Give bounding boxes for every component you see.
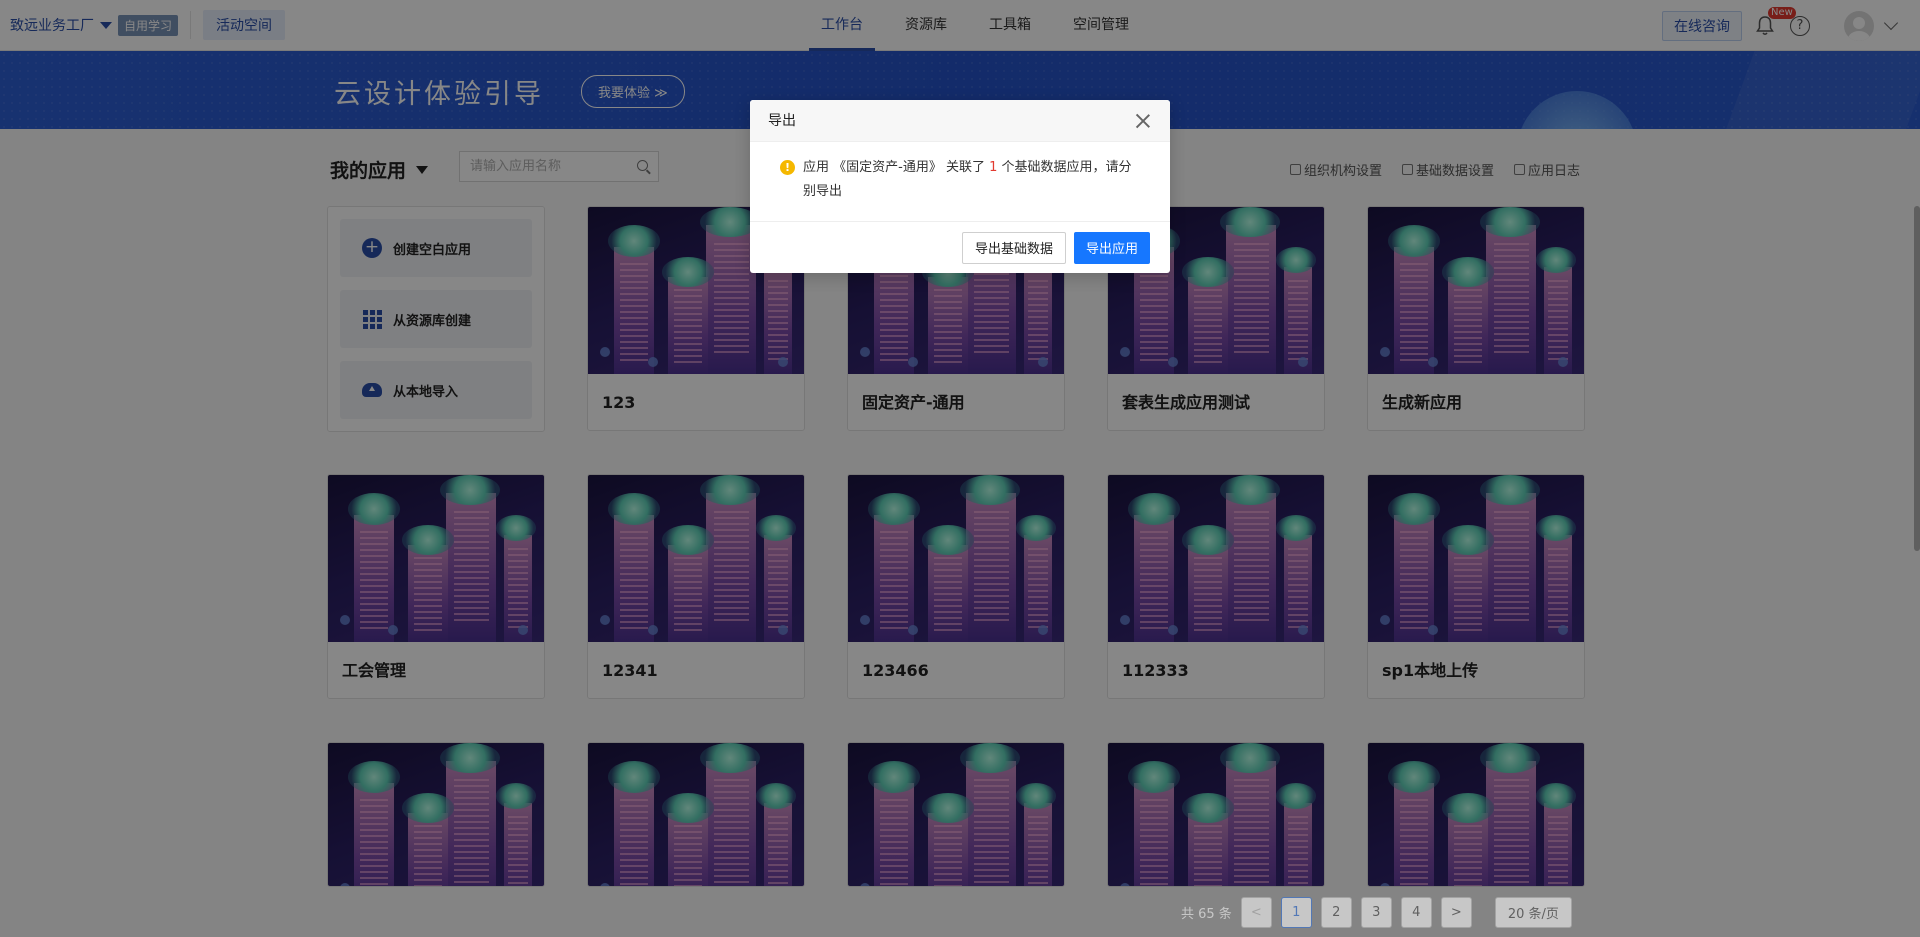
page-1[interactable]: 1: [1280, 897, 1312, 928]
total-count: 共 65 条: [1181, 907, 1232, 922]
dialog-title: 导出: [768, 113, 796, 129]
export-app-button[interactable]: 导出应用: [1073, 231, 1150, 264]
dialog-footer: 导出基础数据 导出应用: [750, 221, 1170, 273]
warning-icon: !: [780, 160, 795, 175]
close-icon[interactable]: [1136, 114, 1150, 128]
page-4[interactable]: 4: [1400, 897, 1432, 928]
pagination: 共 65 条 < 1 2 3 4 > 20 条/页: [1181, 897, 1572, 928]
next-page-button[interactable]: >: [1440, 897, 1472, 928]
dialog-body: ! 应用 《固定资产-通用》 关联了 1 个基础数据应用，请分别导出: [750, 142, 1170, 204]
prev-page-button[interactable]: <: [1240, 897, 1272, 928]
dialog-message: 应用 《固定资产-通用》 关联了 1 个基础数据应用，请分别导出: [803, 160, 1132, 199]
page-3[interactable]: 3: [1360, 897, 1392, 928]
page-2[interactable]: 2: [1320, 897, 1352, 928]
page-size-select[interactable]: 20 条/页: [1494, 897, 1572, 928]
dialog-header: 导出: [750, 100, 1170, 142]
export-base-data-button[interactable]: 导出基础数据: [961, 231, 1066, 264]
export-dialog: 导出 ! 应用 《固定资产-通用》 关联了 1 个基础数据应用，请分别导出 导出…: [750, 100, 1170, 273]
